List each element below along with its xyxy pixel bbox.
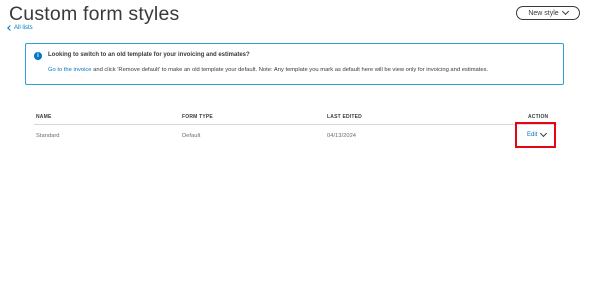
info-banner: i Looking to switch to an old template f… xyxy=(25,43,564,85)
info-banner-body: and click 'Remove default' to make an ol… xyxy=(91,67,489,73)
chevron-down-icon[interactable] xyxy=(540,129,548,138)
chevron-left-icon xyxy=(7,25,13,31)
page-title: Custom form styles xyxy=(9,3,180,25)
column-header-name: NAME xyxy=(36,114,52,120)
cell-form-type: Default xyxy=(182,133,201,139)
chevron-down-icon xyxy=(561,7,569,16)
info-icon: i xyxy=(34,52,42,60)
cell-last-edited: 04/13/2024 xyxy=(327,133,357,139)
column-header-last-edited: LAST EDITED xyxy=(327,114,362,120)
all-lists-link[interactable]: All lists xyxy=(7,25,33,31)
table-header-divider xyxy=(34,124,557,125)
info-banner-text: Go to the invoice and click 'Remove defa… xyxy=(48,65,558,75)
info-banner-heading: Looking to switch to an old template for… xyxy=(48,52,250,58)
cell-name: Standard xyxy=(36,133,60,139)
edit-action[interactable]: Edit xyxy=(527,129,548,138)
all-lists-label: All lists xyxy=(14,25,33,31)
new-style-label: New style xyxy=(528,9,559,17)
column-header-action: ACTION xyxy=(528,114,549,120)
go-to-invoice-link[interactable]: Go to the invoice xyxy=(48,67,92,73)
column-header-form-type: FORM TYPE xyxy=(182,114,213,120)
edit-link[interactable]: Edit xyxy=(527,132,537,138)
new-style-button[interactable]: New style xyxy=(516,6,580,20)
